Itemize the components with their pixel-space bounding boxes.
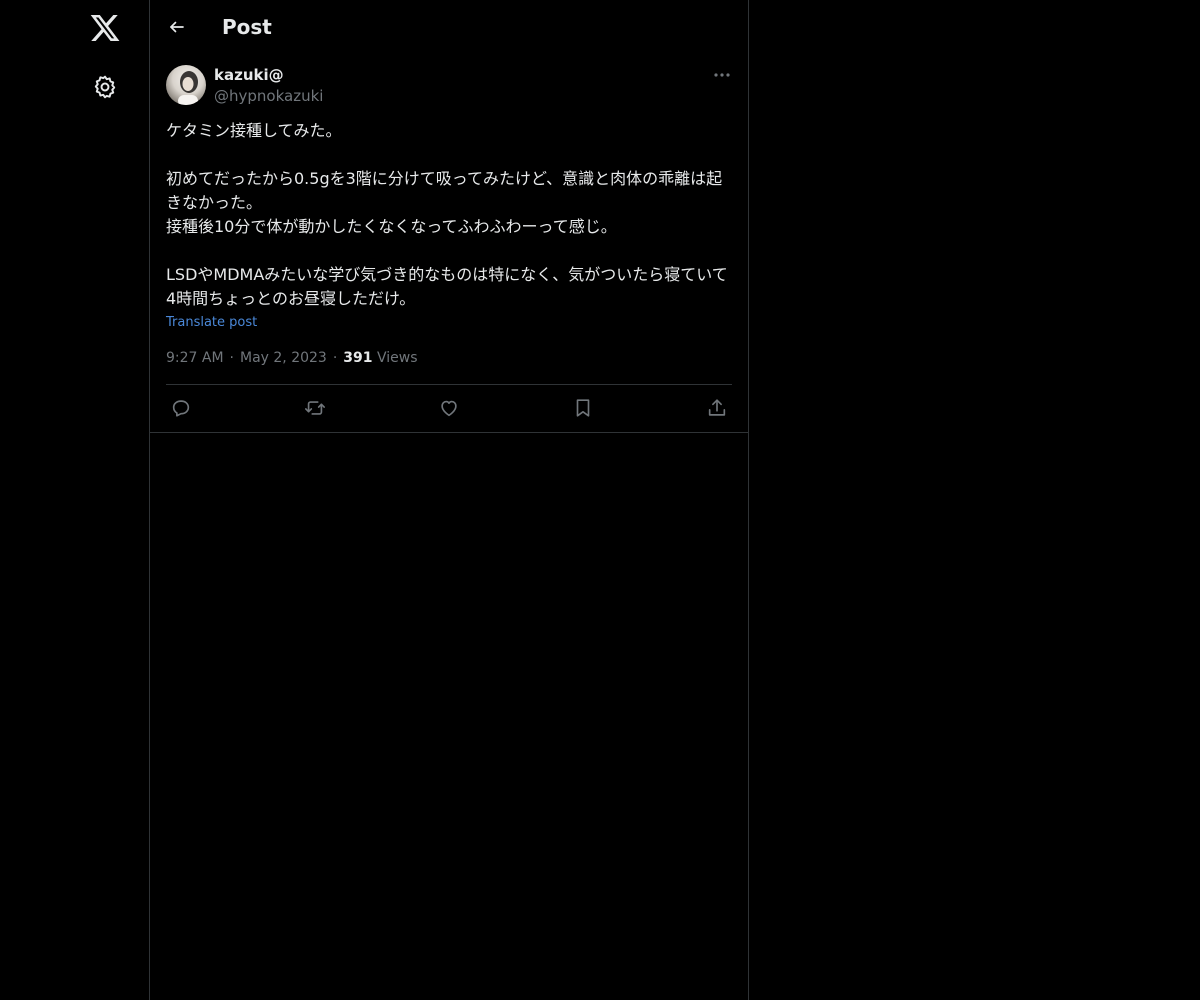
- ellipsis-icon: [713, 72, 731, 78]
- divider: [166, 384, 732, 385]
- views-label[interactable]: Views: [377, 350, 418, 366]
- post-date[interactable]: May 2, 2023: [240, 350, 327, 366]
- back-button[interactable]: [164, 14, 190, 40]
- share-button[interactable]: [704, 395, 730, 421]
- translate-post-link[interactable]: Translate post: [166, 314, 257, 332]
- meta-separator: ·: [229, 350, 234, 366]
- repost-button[interactable]: [302, 395, 328, 421]
- arrow-left-icon: [168, 18, 186, 36]
- post-text: ケタミン接種してみた。 初めてだったから0.5gを3階に分けて吸ってみたけど、意…: [166, 121, 728, 308]
- share-icon: [706, 397, 728, 419]
- reply-button[interactable]: [168, 395, 194, 421]
- reply-icon: [170, 397, 192, 419]
- author-display-name[interactable]: kazuki@: [214, 65, 284, 85]
- meta-separator: ·: [332, 350, 338, 366]
- post-time[interactable]: 9:27 AM: [166, 350, 224, 366]
- avatar[interactable]: [166, 65, 206, 105]
- like-icon: [438, 397, 460, 419]
- x-logo-icon[interactable]: [89, 12, 121, 44]
- bookmark-icon: [572, 397, 594, 419]
- page-header: Post: [150, 0, 748, 53]
- divider: [150, 432, 748, 433]
- post-metadata: 9:27 AM · May 2, 2023 · 391 Views: [166, 348, 418, 368]
- bookmark-button[interactable]: [570, 395, 596, 421]
- page-title: Post: [222, 15, 272, 39]
- like-button[interactable]: [436, 395, 462, 421]
- repost-icon: [303, 397, 327, 419]
- author-handle[interactable]: @hypnokazuki: [214, 86, 323, 106]
- views-count[interactable]: 391: [343, 350, 372, 366]
- more-options-button[interactable]: [710, 64, 734, 86]
- left-nav-rail: [0, 0, 150, 1000]
- gear-icon[interactable]: [92, 74, 118, 100]
- main-column: Post kazuki@ @hypnokazuki ケタミン接種してみた。 初め…: [150, 0, 749, 1000]
- action-bar: [166, 395, 732, 421]
